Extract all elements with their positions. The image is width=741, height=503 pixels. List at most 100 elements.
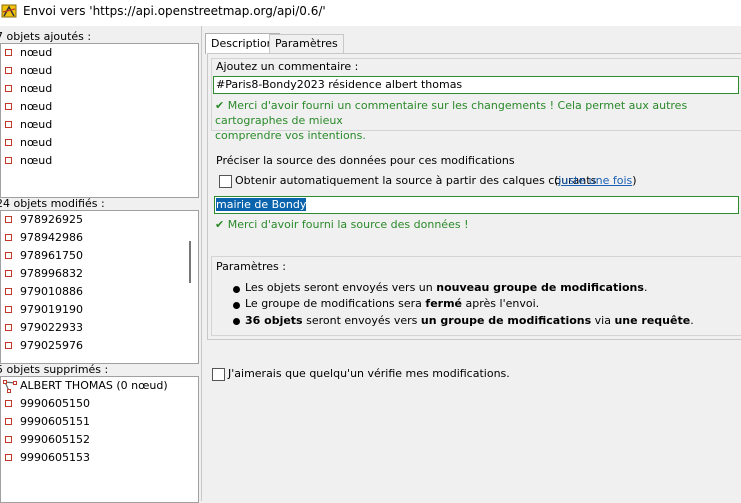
list-item[interactable]: nœud <box>1 44 198 62</box>
node-icon <box>5 157 12 164</box>
list-item-label: 978961750 <box>20 249 83 262</box>
node-icon <box>5 418 12 425</box>
list-item[interactable]: nœud <box>1 152 198 170</box>
way-icon <box>3 380 17 393</box>
review-checkbox[interactable] <box>212 368 225 381</box>
settings-line-1: Les objets seront envoyés vers un nouvea… <box>245 281 648 294</box>
node-icon <box>5 85 12 92</box>
list-item-label: 9990605150 <box>20 397 90 410</box>
bullet-icon <box>233 318 240 325</box>
list-item-label: nœud <box>20 136 53 149</box>
list-item[interactable]: nœud <box>1 80 198 98</box>
comment-ok-line1: Merci d'avoir fourni un commentaire sur … <box>215 99 688 127</box>
list-item-label: 978996832 <box>20 267 83 280</box>
auto-source-label: Obtenir automatiquement la source à part… <box>235 174 597 187</box>
node-icon <box>5 121 12 128</box>
list-item[interactable]: 979025976 <box>1 337 198 355</box>
settings-label: Paramètres : <box>216 260 286 273</box>
list-item-label: 9990605153 <box>20 451 90 464</box>
way-item-label: ALBERT THOMAS (0 nœud) <box>20 379 168 392</box>
list-item[interactable]: 979019190 <box>1 301 198 319</box>
source-ok-text: Merci d'avoir fourni la source des donné… <box>227 218 469 231</box>
list-item-label: 9990605151 <box>20 415 90 428</box>
deleted-objects-label: 5 objets supprimés : <box>0 363 109 376</box>
comment-input[interactable]: #Paris8-Bondy2023 résidence albert thoma… <box>213 76 739 94</box>
settings-line-3: 36 objets seront envoyés vers un groupe … <box>245 314 694 327</box>
comment-value: #Paris8-Bondy2023 résidence albert thoma… <box>216 78 463 91</box>
list-item-label: nœud <box>20 82 53 95</box>
list-item-label: 979025976 <box>20 339 83 352</box>
node-icon <box>5 400 12 407</box>
source-label: Préciser la source des données pour ces … <box>216 154 515 167</box>
list-item[interactable]: nœud <box>1 98 198 116</box>
comment-label: Ajoutez un commentaire : <box>216 60 359 73</box>
bullet-icon <box>233 286 240 293</box>
list-item[interactable]: 9990605152 <box>1 431 198 449</box>
review-label: J'aimerais que quelqu'un vérifie mes mod… <box>228 367 510 380</box>
josm-app-icon <box>1 4 17 18</box>
comment-ok-line2: comprendre vos intentions. <box>215 129 366 142</box>
list-item[interactable]: ALBERT THOMAS (0 nœud) <box>1 377 198 395</box>
node-icon <box>5 342 12 349</box>
list-item-label: nœud <box>20 46 53 59</box>
list-item-label: 978942986 <box>20 231 83 244</box>
list-item[interactable]: 9990605151 <box>1 413 198 431</box>
list-item[interactable]: 978996832 <box>1 265 198 283</box>
list-item-label: 979010886 <box>20 285 83 298</box>
list-item[interactable]: 979010886 <box>1 283 198 301</box>
objects-panel: 7 objets ajoutés : nœud nœud nœud nœud nœud n… <box>0 26 199 503</box>
title-bar: Envoi vers 'https://api.openstreetmap.or… <box>0 0 741 26</box>
node-icon <box>5 324 12 331</box>
panel-splitter[interactable] <box>201 26 202 501</box>
list-item[interactable]: 979022933 <box>1 319 198 337</box>
modified-objects-list[interactable]: 978926925 978942986 978961750 978996832 9790… <box>0 210 199 364</box>
just-once-group: (juste une fois) <box>554 174 637 187</box>
list-item[interactable]: 9990605153 <box>1 449 198 467</box>
node-icon <box>5 306 12 313</box>
node-icon <box>5 234 12 241</box>
modified-objects-label: 24 objets modifiés : <box>0 197 105 210</box>
node-icon <box>5 67 12 74</box>
tab-parameters[interactable]: Paramètres <box>269 34 344 53</box>
modified-list-scrollbar[interactable] <box>189 241 191 283</box>
node-icon <box>5 270 12 277</box>
node-icon <box>5 454 12 461</box>
list-item-label: nœud <box>20 100 53 113</box>
list-item[interactable]: 978926925 <box>1 211 198 229</box>
list-item[interactable]: 978961750 <box>1 247 198 265</box>
added-objects-label: 7 objets ajoutés : <box>0 30 92 43</box>
added-objects-list[interactable]: nœud nœud nœud nœud nœud nœud nœud <box>0 43 199 198</box>
source-input[interactable]: mairie de Bondy <box>214 196 739 214</box>
source-value: mairie de Bondy <box>216 198 307 211</box>
list-item-label: 979019190 <box>20 303 83 316</box>
list-item-label: 978926925 <box>20 213 83 226</box>
list-item[interactable]: nœud <box>1 116 198 134</box>
bullet-icon <box>233 302 240 309</box>
list-item[interactable]: 978942986 <box>1 229 198 247</box>
check-icon: ✔ <box>215 218 225 231</box>
node-icon <box>5 436 12 443</box>
check-icon: ✔ <box>215 99 225 112</box>
node-icon <box>5 252 12 259</box>
window-title: Envoi vers 'https://api.openstreetmap.or… <box>23 4 326 18</box>
comment-ok-message: ✔ Merci d'avoir fourni un commentaire su… <box>215 98 741 143</box>
list-item[interactable]: nœud <box>1 134 198 152</box>
node-icon <box>5 103 12 110</box>
list-item-label: nœud <box>20 64 53 77</box>
list-item-label: nœud <box>20 154 53 167</box>
auto-source-checkbox[interactable] <box>219 175 232 188</box>
node-icon <box>5 49 12 56</box>
list-item[interactable]: 9990605150 <box>1 395 198 413</box>
deleted-objects-list[interactable]: ALBERT THOMAS (0 nœud) 9990605150 9990605… <box>0 376 199 503</box>
description-panel: Ajoutez un commentaire : #Paris8-Bondy20… <box>207 53 741 340</box>
source-ok-message: ✔ Merci d'avoir fourni la source des don… <box>215 218 468 231</box>
list-item-label: 979022933 <box>20 321 83 334</box>
node-icon <box>5 216 12 223</box>
settings-line-2: Le groupe de modifications sera fermé ap… <box>245 297 540 310</box>
list-item[interactable]: nœud <box>1 62 198 80</box>
node-icon <box>5 288 12 295</box>
list-item-label: 9990605152 <box>20 433 90 446</box>
node-icon <box>5 139 12 146</box>
list-item-label: nœud <box>20 118 53 131</box>
just-once-link[interactable]: juste une fois <box>558 174 632 187</box>
